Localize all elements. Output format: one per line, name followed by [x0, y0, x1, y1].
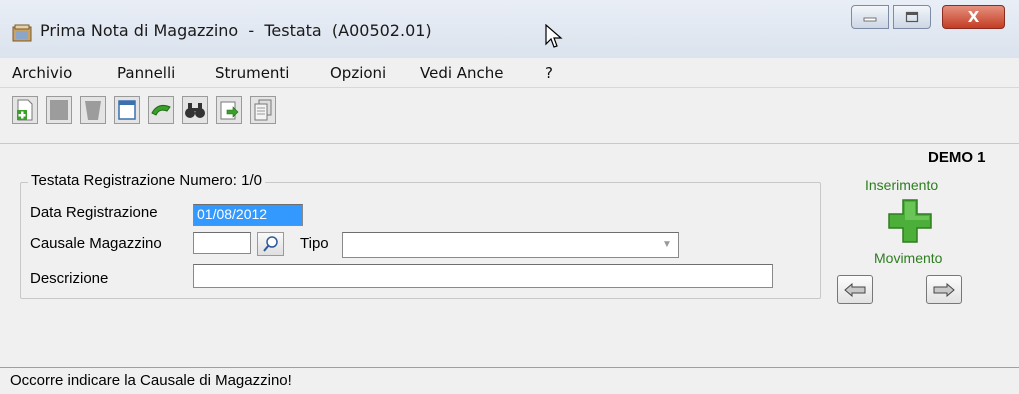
minimize-icon	[863, 17, 877, 22]
causale-magazzino-field[interactable]	[193, 232, 251, 254]
new-button[interactable]	[12, 96, 38, 124]
menu-opzioni[interactable]: Opzioni	[330, 64, 386, 82]
print-button[interactable]	[250, 96, 276, 124]
data-registrazione-field[interactable]: 01/08/2012	[193, 204, 303, 226]
tipo-combobox[interactable]: ▼	[342, 232, 679, 258]
company-label: DEMO 1	[928, 149, 986, 166]
title-bar[interactable]: Prima Nota di Magazzino - Testata (A0050…	[0, 0, 1019, 58]
menu-strumenti[interactable]: Strumenti	[215, 64, 289, 82]
save-button[interactable]	[46, 96, 72, 124]
next-button[interactable]	[926, 275, 962, 304]
search-button[interactable]	[182, 96, 208, 124]
window-title: Prima Nota di Magazzino - Testata (A0050…	[40, 21, 432, 40]
delete-icon	[85, 101, 101, 120]
window-controls: X	[851, 5, 1013, 43]
close-button[interactable]: X	[942, 5, 1005, 29]
data-registrazione-value: 01/08/2012	[197, 206, 268, 222]
menu-pannelli[interactable]: Pannelli	[117, 64, 175, 82]
tipo-label: Tipo	[300, 235, 329, 252]
maximize-button[interactable]	[893, 5, 931, 29]
menu-bar: Archivio Pannelli Strumenti Opzioni Vedi…	[0, 58, 1019, 88]
app-icon	[12, 24, 32, 42]
arrow-right-icon	[933, 282, 955, 297]
data-registrazione-label: Data Registrazione	[30, 204, 158, 221]
status-message: Occorre indicare la Causale di Magazzino…	[10, 372, 292, 389]
descrizione-label: Descrizione	[30, 270, 109, 287]
magnifier-icon	[262, 236, 278, 252]
minimize-button[interactable]	[851, 5, 889, 29]
descrizione-field[interactable]	[193, 264, 773, 288]
chevron-down-icon[interactable]: ▼	[658, 235, 676, 253]
delete-button[interactable]	[80, 96, 106, 124]
causale-lookup-button[interactable]	[257, 232, 284, 256]
group-title: Testata Registrazione Numero: 1/0	[28, 172, 265, 189]
insert-plus-icon[interactable]	[887, 198, 933, 244]
inserimento-label: Inserimento	[865, 177, 939, 193]
maximize-icon	[905, 11, 919, 23]
main-window: Prima Nota di Magazzino - Testata (A0050…	[0, 0, 1019, 394]
export-icon	[220, 101, 239, 120]
undo-button[interactable]	[148, 96, 174, 124]
new-icon	[17, 99, 33, 121]
menu-help[interactable]: ?	[545, 64, 553, 82]
menu-archivio[interactable]: Archivio	[12, 64, 72, 82]
causale-magazzino-label: Causale Magazzino	[30, 235, 162, 252]
arrow-left-icon	[844, 282, 866, 297]
close-icon: X	[967, 8, 980, 26]
window-icon	[118, 100, 136, 120]
export-button[interactable]	[216, 96, 242, 124]
save-icon	[50, 100, 68, 120]
undo-icon	[151, 105, 171, 116]
previous-button[interactable]	[837, 275, 873, 304]
binoculars-icon	[185, 103, 205, 118]
toolbar	[0, 90, 1019, 144]
document-stack-icon	[254, 99, 272, 121]
mouse-cursor-icon	[545, 24, 563, 48]
status-bar: Occorre indicare la Causale di Magazzino…	[0, 367, 1019, 394]
movimento-label: Movimento	[874, 250, 943, 266]
window-button[interactable]	[114, 96, 140, 124]
menu-vedi-anche[interactable]: Vedi Anche	[420, 64, 504, 82]
